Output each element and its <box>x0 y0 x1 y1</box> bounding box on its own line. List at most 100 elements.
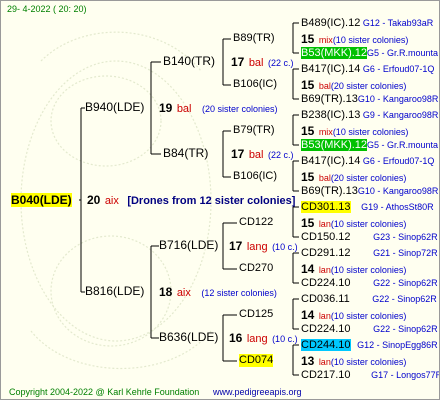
gen2-number: 17 <box>231 55 245 69</box>
gen3-details-3: 15 mix(10 sister colonies) <box>301 124 408 139</box>
gen4-row-11: CD291.12 G21 - Sinop72R <box>301 247 438 260</box>
gen4-row-6: B53(MKK).12G5 - Gr.R.mounta <box>301 139 438 152</box>
gen3-queen-8[interactable]: CD074 <box>239 354 274 367</box>
gen3-number: 15 <box>301 78 315 92</box>
gen2-number: 17 <box>231 147 245 161</box>
gen4-id[interactable]: B417(IC).14 <box>301 155 360 167</box>
gen4-id[interactable]: CD301.13 <box>301 201 351 213</box>
root-queen[interactable]: B040(LDE) <box>11 193 72 207</box>
gen4-info: G22 - Sinop62R <box>373 324 438 334</box>
gen3-colonies: (10 sister colonies) <box>330 311 407 321</box>
gen2-details-3: 17 lang (10 c.) <box>229 239 298 254</box>
gen4-id[interactable]: CD291.12 <box>301 247 351 259</box>
gen3-queen-7[interactable]: CD125 <box>239 308 273 321</box>
gen3-details-2: 15 bal(20 sister colonies) <box>301 78 406 93</box>
gen4-info: G22 - Sinop62R <box>372 294 437 304</box>
gen3-details-8: 13 lan(10 sister colonies) <box>301 354 406 369</box>
gen1-queen-1[interactable]: B940(LDE) <box>85 101 144 114</box>
gen3-queen-2[interactable]: B106(IC) <box>233 78 277 91</box>
gen3-details-6: 14 lan(10 sister colonies) <box>301 262 406 277</box>
gen4-id[interactable]: CD224.10 <box>301 277 351 289</box>
gen1-colonies: (20 sister colonies) <box>201 104 278 114</box>
gen3-colonies: (10 sister colonies) <box>330 219 407 229</box>
gen4-row-3: B417(IC).14 G6 - Erfoud07-1Q <box>301 63 434 76</box>
gen4-row-14: CD224.10 G22 - Sinop62R <box>301 323 438 336</box>
gen4-row-1: B489(IC).12 G12 - Takab93aR <box>301 17 433 30</box>
gen2-details-1: 17 bal (22 c.) <box>231 55 293 70</box>
gen2-queen-1[interactable]: B140(TR) <box>163 55 215 68</box>
gen1-queen-2[interactable]: B816(LDE) <box>85 285 144 298</box>
gen4-row-5: B238(IC).13 G9 - Kangaroo98R <box>301 109 438 122</box>
gen2-number: 17 <box>229 239 243 253</box>
gen4-row-2: B53(MKK).12G5 - Gr.R.mounta <box>301 47 438 60</box>
gen2-breed: bal <box>248 149 264 161</box>
gen1-breed: aix <box>176 287 191 299</box>
root-drones: [Drones from 12 sister colonies] <box>127 195 296 207</box>
gen2-queen-3[interactable]: B716(LDE) <box>159 239 218 252</box>
gen3-colonies: (10 sister colonies) <box>332 35 409 45</box>
gen4-info: G12 - Takab93aR <box>362 18 434 28</box>
gen2-details-2: 17 bal (22 c.) <box>231 147 293 162</box>
pedigree-frame: 29- 4-2022 ( 20: 20) B040(LDE) 20 aix [D… <box>0 0 440 400</box>
gen4-id[interactable]: B417(IC).14 <box>301 63 360 75</box>
gen4-id[interactable]: B53(MKK).12 <box>301 47 368 59</box>
gen4-id[interactable]: CD150.12 <box>301 231 351 243</box>
gen4-id[interactable]: CD036.11 <box>301 293 350 305</box>
copyright-text: Copyright 2004-2022 @ Karl Kehrle Founda… <box>9 387 200 397</box>
gen4-row-8: B69(TR).13G10 - Kangaroo98R <box>301 185 438 198</box>
gen3-breed: mix <box>318 35 333 45</box>
gen3-queen-5[interactable]: CD122 <box>239 216 273 229</box>
gen3-number: 14 <box>301 308 315 322</box>
gen3-queen-6[interactable]: CD270 <box>239 262 273 275</box>
gen2-queen-4[interactable]: B636(LDE) <box>159 331 218 344</box>
gen4-id[interactable]: B489(IC).12 <box>301 17 360 29</box>
gen4-id[interactable]: B53(MKK).12 <box>301 139 368 151</box>
gen4-info: G10 - Kangaroo98R <box>357 94 439 104</box>
gen4-row-15: CD244.10 G12 - SinopEgg86R <box>301 339 438 352</box>
gen1-number: 18 <box>159 285 173 299</box>
gen3-breed: lan <box>318 265 331 275</box>
site-link[interactable]: www.pedigreeapis.org <box>213 386 302 399</box>
gen4-info: G17 - Longos77R <box>371 370 440 380</box>
gen3-queen-3[interactable]: B79(TR) <box>233 124 275 137</box>
gen4-id[interactable]: CD224.10 <box>301 323 351 335</box>
gen4-id[interactable]: B69(TR).13 <box>301 93 358 105</box>
gen1-details-1: 19 bal (20 sister colonies) <box>159 101 277 116</box>
gen4-info: G6 - Erfoud07-1Q <box>362 156 435 166</box>
gen3-colonies: (20 sister colonies) <box>330 81 407 91</box>
gen1-breed: bal <box>176 103 192 115</box>
gen3-colonies: (10 sister colonies) <box>330 357 407 367</box>
gen2-queen-2[interactable]: B84(TR) <box>163 147 208 160</box>
gen3-queen-4[interactable]: B106(IC) <box>233 170 277 183</box>
gen4-row-16: CD217.10 G17 - Longos77R <box>301 369 440 382</box>
gen3-details-4: 15 bal(20 sister colonies) <box>301 170 406 185</box>
gen3-queen-1[interactable]: B89(TR) <box>233 32 275 45</box>
gen3-colonies: (10 sister colonies) <box>332 127 409 137</box>
gen4-info: G12 - SinopEgg86R <box>357 340 438 350</box>
gen2-breed: bal <box>248 57 264 69</box>
gen3-number: 15 <box>301 170 315 184</box>
gen4-info: G6 - Erfoud07-1Q <box>362 64 435 74</box>
gen3-colonies: (10 sister colonies) <box>330 265 407 275</box>
gen3-details-1: 15 mix(10 sister colonies) <box>301 32 408 47</box>
gen2-colonies: (22 c.) <box>267 58 294 68</box>
gen4-info: G5 - Gr.R.mounta <box>367 140 439 150</box>
gen4-info: G22 - Sinop62R <box>373 278 438 288</box>
gen2-colonies: (22 c.) <box>267 150 294 160</box>
gen3-breed: lan <box>318 219 331 229</box>
gen4-id[interactable]: B238(IC).13 <box>301 109 360 121</box>
gen4-info: G21 - Sinop72R <box>373 248 438 258</box>
gen4-id[interactable]: B69(TR).13 <box>301 185 358 197</box>
gen3-breed: lan <box>318 311 331 321</box>
gen4-row-7: B417(IC).14 G6 - Erfoud07-1Q <box>301 155 434 168</box>
gen3-number: 13 <box>301 354 315 368</box>
root-number: 20 <box>87 193 101 207</box>
gen3-breed: bal <box>318 81 331 91</box>
gen3-number: 15 <box>301 124 315 138</box>
root-id[interactable]: B040(LDE) <box>11 193 72 207</box>
gen3-colonies: (20 sister colonies) <box>330 173 407 183</box>
gen2-colonies: (10 c.) <box>272 242 298 252</box>
gen4-id[interactable]: CD217.10 <box>301 369 351 381</box>
gen4-id[interactable]: CD244.10 <box>301 339 351 351</box>
gen4-info: G10 - Kangaroo98R <box>357 186 439 196</box>
